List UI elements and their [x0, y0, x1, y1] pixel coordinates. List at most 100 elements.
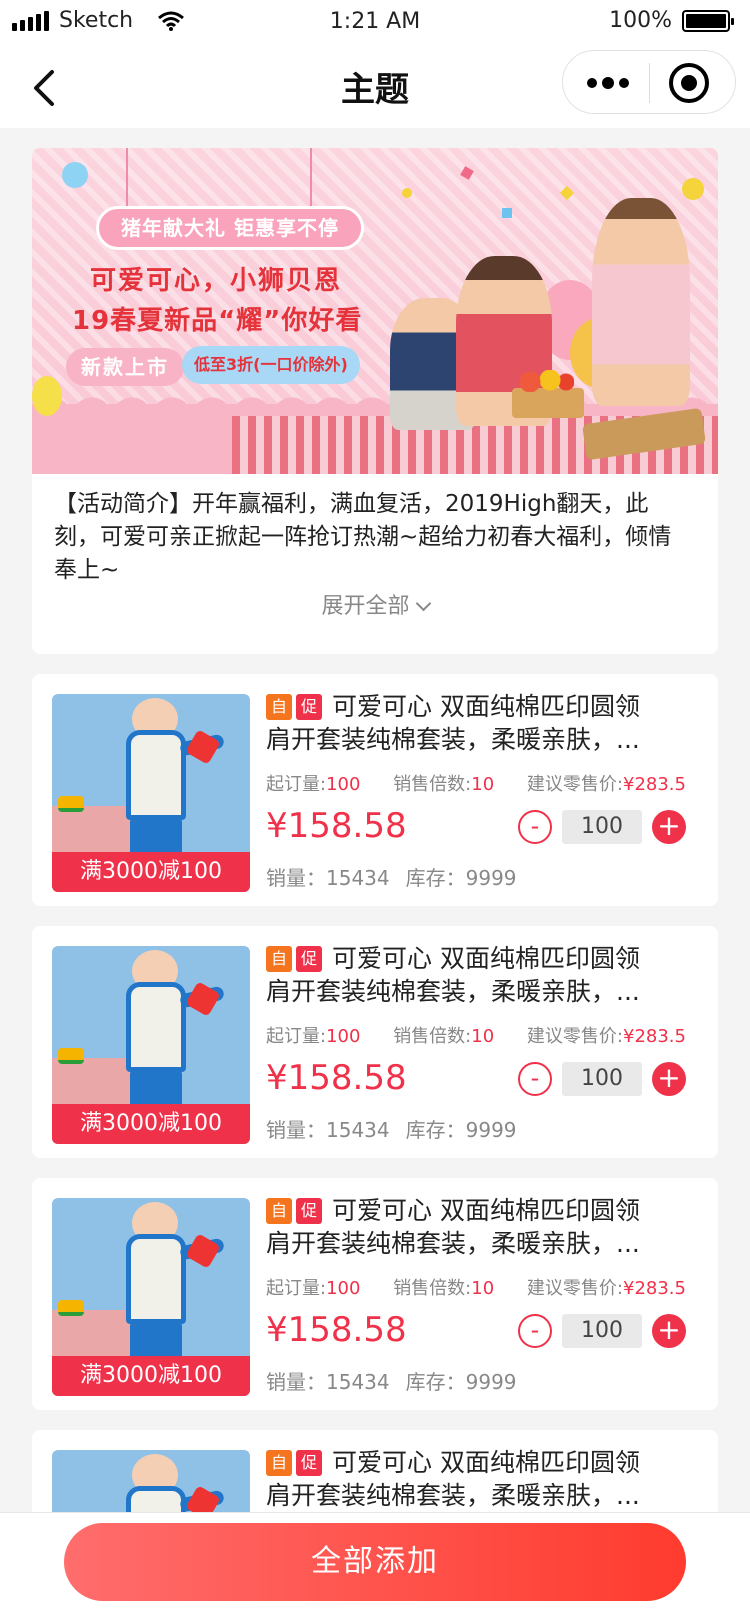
product-image[interactable]: 满3000减100 [52, 1198, 250, 1396]
sales-count: 销量：15434 [266, 1370, 390, 1394]
banner-confetti [402, 188, 412, 198]
banner-balloon [32, 376, 62, 416]
product-meta: 起订量:100 销售倍数:10 建议零售价:¥283.5 [266, 1022, 686, 1048]
product-card[interactable]: 满3000减100 自促可爱可心 双面纯棉匹印圆领 肩开套装纯棉套装，柔暖亲肤，… [32, 1178, 718, 1410]
product-name: 自促可爱可心 双面纯棉匹印圆领 肩开套装纯棉套装，柔暖亲肤，... [266, 942, 696, 1008]
sales-count: 销量：15434 [266, 866, 390, 890]
add-all-button[interactable]: 全部添加 [64, 1523, 686, 1601]
moq-value: 100 [326, 1026, 361, 1047]
bottom-action-bar: 全部添加 [0, 1512, 750, 1609]
moq-value: 100 [326, 1278, 361, 1299]
increment-button[interactable]: + [652, 1062, 686, 1096]
product-price: ¥158.58 [266, 1310, 407, 1350]
target-circle-icon[interactable] [669, 63, 709, 103]
product-name-line-2: 肩开套装纯棉套装，柔暖亲肤，... [266, 1229, 640, 1258]
self-operated-badge: 自 [266, 1198, 292, 1224]
quantity-input[interactable]: 100 [562, 1062, 642, 1096]
banner-headline-1: 可爱可心，小狮贝恩 [90, 266, 343, 296]
retail-value: ¥283.5 [623, 774, 686, 795]
promotion-badge: 促 [296, 1198, 322, 1224]
moq-value: 100 [326, 774, 361, 795]
moq-label: 起订量: [266, 1278, 327, 1299]
increment-button[interactable]: + [652, 1314, 686, 1348]
multiple-label: 销售倍数: [393, 1026, 472, 1047]
activity-card: 猪年献大礼 钜惠享不停 可爱可心，小狮贝恩 19春夏新品“耀”你好看 新款上市 … [32, 148, 718, 654]
product-name-line-1: 可爱可心 双面纯棉匹印圆领 [332, 1196, 640, 1225]
retail-label: 建议零售价: [526, 1026, 623, 1047]
multiple-value: 10 [471, 1278, 495, 1299]
decrement-button[interactable]: - [518, 1062, 552, 1096]
quantity-stepper: - 100 + [518, 1314, 698, 1348]
product-name: 自促可爱可心 双面纯棉匹印圆领 肩开套装纯棉套装，柔暖亲肤，... [266, 1446, 696, 1512]
miniprogram-capsule [562, 50, 736, 114]
product-image[interactable]: 满3000减100 [52, 694, 250, 892]
self-operated-badge: 自 [266, 946, 292, 972]
activity-intro: 【活动简介】开年赢福利，满血复活，2019High翻天，此刻，可爱可亲正掀起一阵… [54, 491, 672, 583]
banner-string [310, 148, 312, 208]
promotion-badge: 促 [296, 1450, 322, 1476]
banner-confetti [559, 185, 575, 201]
banner-headline-2: 19春夏新品“耀”你好看 [72, 306, 363, 336]
decrement-button[interactable]: - [518, 810, 552, 844]
product-card[interactable]: 满3000减100 自促可爱可心 双面纯棉匹印圆领 肩开套装纯棉套装，柔暖亲肤，… [32, 674, 718, 906]
self-operated-badge: 自 [266, 694, 292, 720]
retail-value: ¥283.5 [623, 1026, 686, 1047]
multiple-value: 10 [471, 1026, 495, 1047]
more-dots-icon[interactable] [587, 68, 631, 98]
banner-basket [512, 388, 584, 418]
product-name: 自促可爱可心 双面纯棉匹印圆领 肩开套装纯棉套装，柔暖亲肤，... [266, 690, 696, 756]
product-name-line-1: 可爱可心 双面纯棉匹印圆领 [332, 1448, 640, 1477]
quantity-input[interactable]: 100 [562, 1314, 642, 1348]
product-stats: 销量：15434 库存：9999 [266, 1114, 517, 1143]
promotion-badge: 促 [296, 946, 322, 972]
stock-count: 库存：9999 [405, 1118, 517, 1142]
product-card[interactable]: 满3000减100 自促可爱可心 双面纯棉匹印圆领 肩开套装纯棉套装，柔暖亲肤，… [32, 926, 718, 1158]
product-name-line-1: 可爱可心 双面纯棉匹印圆领 [332, 944, 640, 973]
toy-car-image [58, 1300, 84, 1316]
decrement-button[interactable]: - [518, 1314, 552, 1348]
moq-label: 起订量: [266, 1026, 327, 1047]
increment-button[interactable]: + [652, 810, 686, 844]
promo-ribbon: 满3000减100 [52, 1356, 250, 1396]
product-price: ¥158.58 [266, 806, 407, 846]
sales-count: 销量：15434 [266, 1118, 390, 1142]
quantity-input[interactable]: 100 [562, 810, 642, 844]
banner-string [126, 148, 128, 208]
promotion-badge: 促 [296, 694, 322, 720]
product-image[interactable]: 满3000减100 [52, 946, 250, 1144]
product-meta: 起订量:100 销售倍数:10 建议零售价:¥283.5 [266, 770, 686, 796]
banner-confetti [502, 208, 512, 218]
product-name-line-2: 肩开套装纯棉套装，柔暖亲肤，... [266, 1481, 640, 1510]
battery-icon [682, 9, 734, 32]
retail-label: 建议零售价: [526, 774, 623, 795]
capsule-divider [649, 63, 650, 103]
toy-car-image [58, 796, 84, 812]
expand-all-label: 展开全部 [321, 594, 410, 619]
battery-percent: 100% [609, 8, 672, 33]
banner-balloon [62, 162, 88, 188]
product-stats: 销量：15434 库存：9999 [266, 1366, 517, 1395]
banner-tag: 猪年献大礼 钜惠享不停 [96, 206, 364, 250]
stock-count: 库存：9999 [405, 1370, 517, 1394]
banner-kid-toddler [592, 198, 690, 406]
retail-label: 建议零售价: [526, 1278, 623, 1299]
toy-car-image [58, 1048, 84, 1064]
promo-ribbon: 满3000减100 [52, 852, 250, 892]
quantity-stepper: - 100 + [518, 810, 698, 844]
chevron-down-icon [415, 595, 431, 612]
product-name-line-1: 可爱可心 双面纯棉匹印圆领 [332, 692, 640, 721]
self-operated-badge: 自 [266, 1450, 292, 1476]
promo-ribbon: 满3000减100 [52, 1104, 250, 1144]
expand-all-button[interactable]: 展开全部 [32, 588, 718, 620]
product-stats: 销量：15434 库存：9999 [266, 862, 517, 891]
activity-banner[interactable]: 猪年献大礼 钜惠享不停 可爱可心，小狮贝恩 19春夏新品“耀”你好看 新款上市 … [32, 148, 718, 474]
banner-balloon [682, 178, 704, 200]
multiple-label: 销售倍数: [393, 1278, 472, 1299]
product-name-line-2: 肩开套装纯棉套装，柔暖亲肤，... [266, 725, 640, 754]
multiple-label: 销售倍数: [393, 774, 472, 795]
product-name-line-2: 肩开套装纯棉套装，柔暖亲肤，... [266, 977, 640, 1006]
moq-label: 起订量: [266, 774, 327, 795]
retail-value: ¥283.5 [623, 1278, 686, 1299]
banner-new-label: 新款上市 [66, 348, 184, 386]
nav-bar: 主题 [0, 46, 750, 128]
